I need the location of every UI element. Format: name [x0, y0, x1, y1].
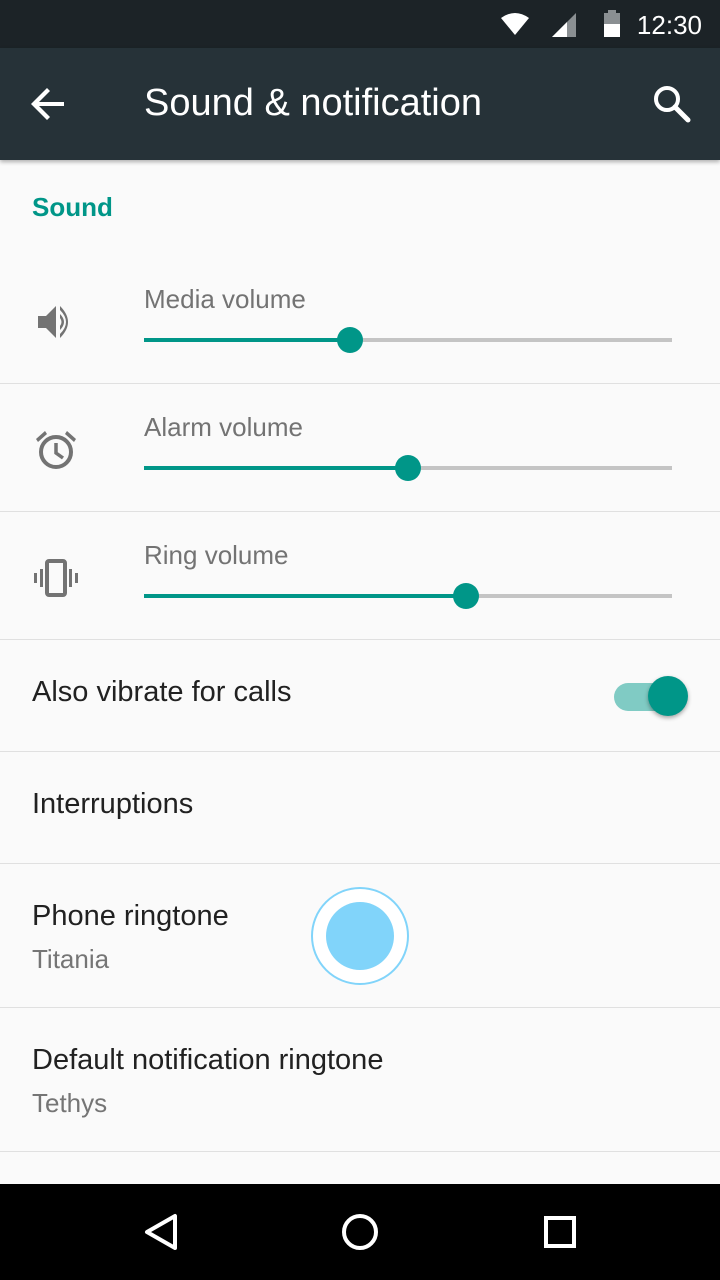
media-volume-row: Media volume: [0, 256, 720, 384]
alarm-volume-fill: [144, 466, 408, 470]
vibrate-toggle[interactable]: [612, 676, 692, 716]
media-volume-label: Media volume: [144, 284, 306, 314]
interruptions-label: Interruptions: [32, 788, 194, 820]
nav-back-button[interactable]: [136, 1208, 184, 1256]
search-icon: [654, 86, 691, 123]
page-title: Sound & notification: [144, 82, 483, 124]
settings-list: Sound Media volume Alarm volume Ring vol…: [0, 160, 720, 1184]
toggle-thumb: [648, 676, 688, 716]
search-button[interactable]: [648, 80, 696, 128]
interruptions-row[interactable]: Interruptions: [0, 752, 720, 864]
touch-indicator: [311, 887, 409, 985]
navigation-bar: [0, 1184, 720, 1280]
phone-ringtone-value: Titania: [32, 944, 110, 974]
touch-indicator-dot: [326, 902, 394, 970]
phone-ringtone-label: Phone ringtone: [32, 900, 229, 932]
notification-ringtone-value: Tethys: [32, 1088, 108, 1118]
status-time: 12:30: [636, 10, 702, 40]
ring-volume-slider[interactable]: [144, 583, 672, 609]
back-triangle-icon: [145, 1214, 177, 1250]
nav-home-button[interactable]: [336, 1208, 384, 1256]
media-volume-slider[interactable]: [144, 327, 672, 353]
vibrate-for-calls-row[interactable]: Also vibrate for calls: [0, 640, 720, 752]
status-bar: 12:30: [0, 0, 720, 48]
battery-icon: [604, 10, 620, 37]
recents-square-icon: [544, 1216, 576, 1248]
section-header-sound: Sound: [32, 192, 113, 222]
alarm-volume-slider[interactable]: [144, 455, 672, 481]
vibrate-for-calls-label: Also vibrate for calls: [32, 676, 292, 708]
notification-ringtone-label: Default notification ringtone: [32, 1044, 384, 1076]
cell-signal-icon: [552, 13, 576, 37]
media-volume-fill: [144, 338, 350, 342]
media-volume-thumb[interactable]: [336, 327, 363, 353]
alarm-volume-label: Alarm volume: [144, 412, 303, 442]
wifi-icon: [501, 13, 529, 35]
vibrate-icon: [34, 559, 78, 597]
ring-volume-row: Ring volume: [0, 512, 720, 640]
alarm-clock-icon: [36, 431, 76, 469]
speaker-icon: [38, 306, 68, 338]
ring-volume-fill: [144, 594, 467, 598]
nav-recents-button[interactable]: [536, 1208, 584, 1256]
home-circle-icon: [342, 1214, 378, 1250]
ring-volume-label: Ring volume: [144, 540, 289, 570]
arrow-back-icon: [31, 88, 64, 120]
app-bar: Sound & notification: [0, 48, 720, 160]
ring-volume-thumb[interactable]: [453, 583, 480, 609]
notification-ringtone-row[interactable]: Default notification ringtone Tethys: [0, 1008, 720, 1152]
alarm-volume-thumb[interactable]: [395, 455, 421, 481]
alarm-volume-row: Alarm volume: [0, 384, 720, 512]
back-button[interactable]: [24, 80, 72, 128]
